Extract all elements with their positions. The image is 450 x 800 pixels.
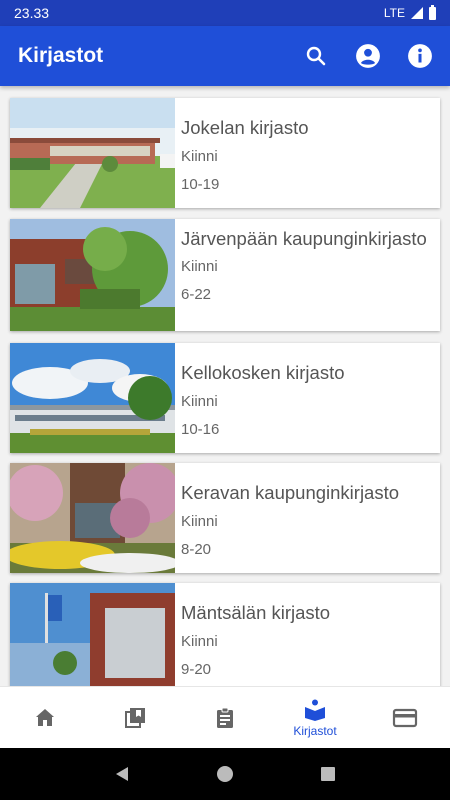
nav-card[interactable]	[360, 687, 450, 749]
signal-icon	[411, 7, 423, 19]
library-status: Kiinni	[181, 633, 218, 650]
search-button[interactable]	[300, 40, 332, 72]
nav-libraries-label: Kirjastot	[293, 724, 337, 738]
library-status: Kiinni	[181, 393, 218, 410]
app-bar: Kirjastot	[0, 26, 450, 86]
library-hours: 9-20	[181, 661, 212, 678]
library-name: Kellokosken kirjasto	[181, 362, 345, 383]
nav-libraries[interactable]: Kirjastot	[270, 687, 360, 749]
library-hours: 10-19	[181, 176, 220, 193]
battery-icon	[429, 4, 436, 20]
recents-icon[interactable]	[319, 765, 337, 783]
library-hours: 8-20	[181, 541, 212, 558]
home-button-icon[interactable]	[216, 765, 234, 783]
nav-loans[interactable]	[180, 687, 270, 749]
network-type: LTE	[383, 6, 405, 20]
library-name: Järvenpään kaupunginkirjasto	[181, 228, 427, 249]
system-navigation-bar	[0, 748, 450, 800]
page-title: Kirjastot	[18, 44, 104, 67]
info-icon	[408, 44, 432, 68]
status-bar: 23.33 LTE	[0, 0, 450, 26]
library-photo	[10, 583, 175, 686]
library-list: Jokelan kirjasto Kiinni 10-19 Järvenpään…	[0, 86, 450, 686]
info-button[interactable]	[404, 40, 436, 72]
library-photo	[10, 219, 175, 331]
account-icon	[356, 44, 380, 68]
library-card[interactable]: Jokelan kirjasto Kiinni 10-19	[10, 98, 440, 208]
library-card[interactable]: Keravan kaupunginkirjasto Kiinni 8-20	[10, 463, 440, 573]
library-card[interactable]: Järvenpään kaupunginkirjasto Kiinni 6-22	[10, 219, 440, 331]
library-hours: 10-16	[181, 421, 220, 438]
account-button[interactable]	[352, 40, 384, 72]
back-icon[interactable]	[113, 765, 131, 783]
clipboard-icon	[217, 707, 233, 728]
library-photo	[10, 98, 175, 208]
library-photo	[10, 463, 175, 573]
library-name: Keravan kaupunginkirjasto	[181, 482, 400, 503]
library-card[interactable]: Mäntsälän kirjasto Kiinni 9-20	[10, 583, 440, 686]
library-name: Mäntsälän kirjasto	[181, 602, 331, 623]
library-status: Kiinni	[181, 258, 218, 275]
search-icon	[306, 46, 326, 66]
library-hours: 6-22	[181, 286, 212, 303]
library-status: Kiinni	[181, 513, 218, 530]
nav-home[interactable]	[0, 687, 90, 749]
app-bar-actions	[300, 40, 436, 72]
status-indicators: LTE	[383, 4, 436, 20]
card-icon	[392, 708, 418, 728]
library-status: Kiinni	[181, 148, 218, 165]
collections-icon	[125, 708, 145, 728]
nav-collections[interactable]	[90, 687, 180, 749]
bottom-navigation: Kirjastot	[0, 686, 450, 749]
library-photo	[10, 343, 175, 453]
library-card[interactable]: Kellokosken kirjasto Kiinni 10-16	[10, 343, 440, 453]
library-icon	[305, 699, 325, 721]
library-name: Jokelan kirjasto	[181, 117, 309, 138]
home-icon	[36, 709, 54, 726]
status-time: 23.33	[14, 5, 50, 21]
